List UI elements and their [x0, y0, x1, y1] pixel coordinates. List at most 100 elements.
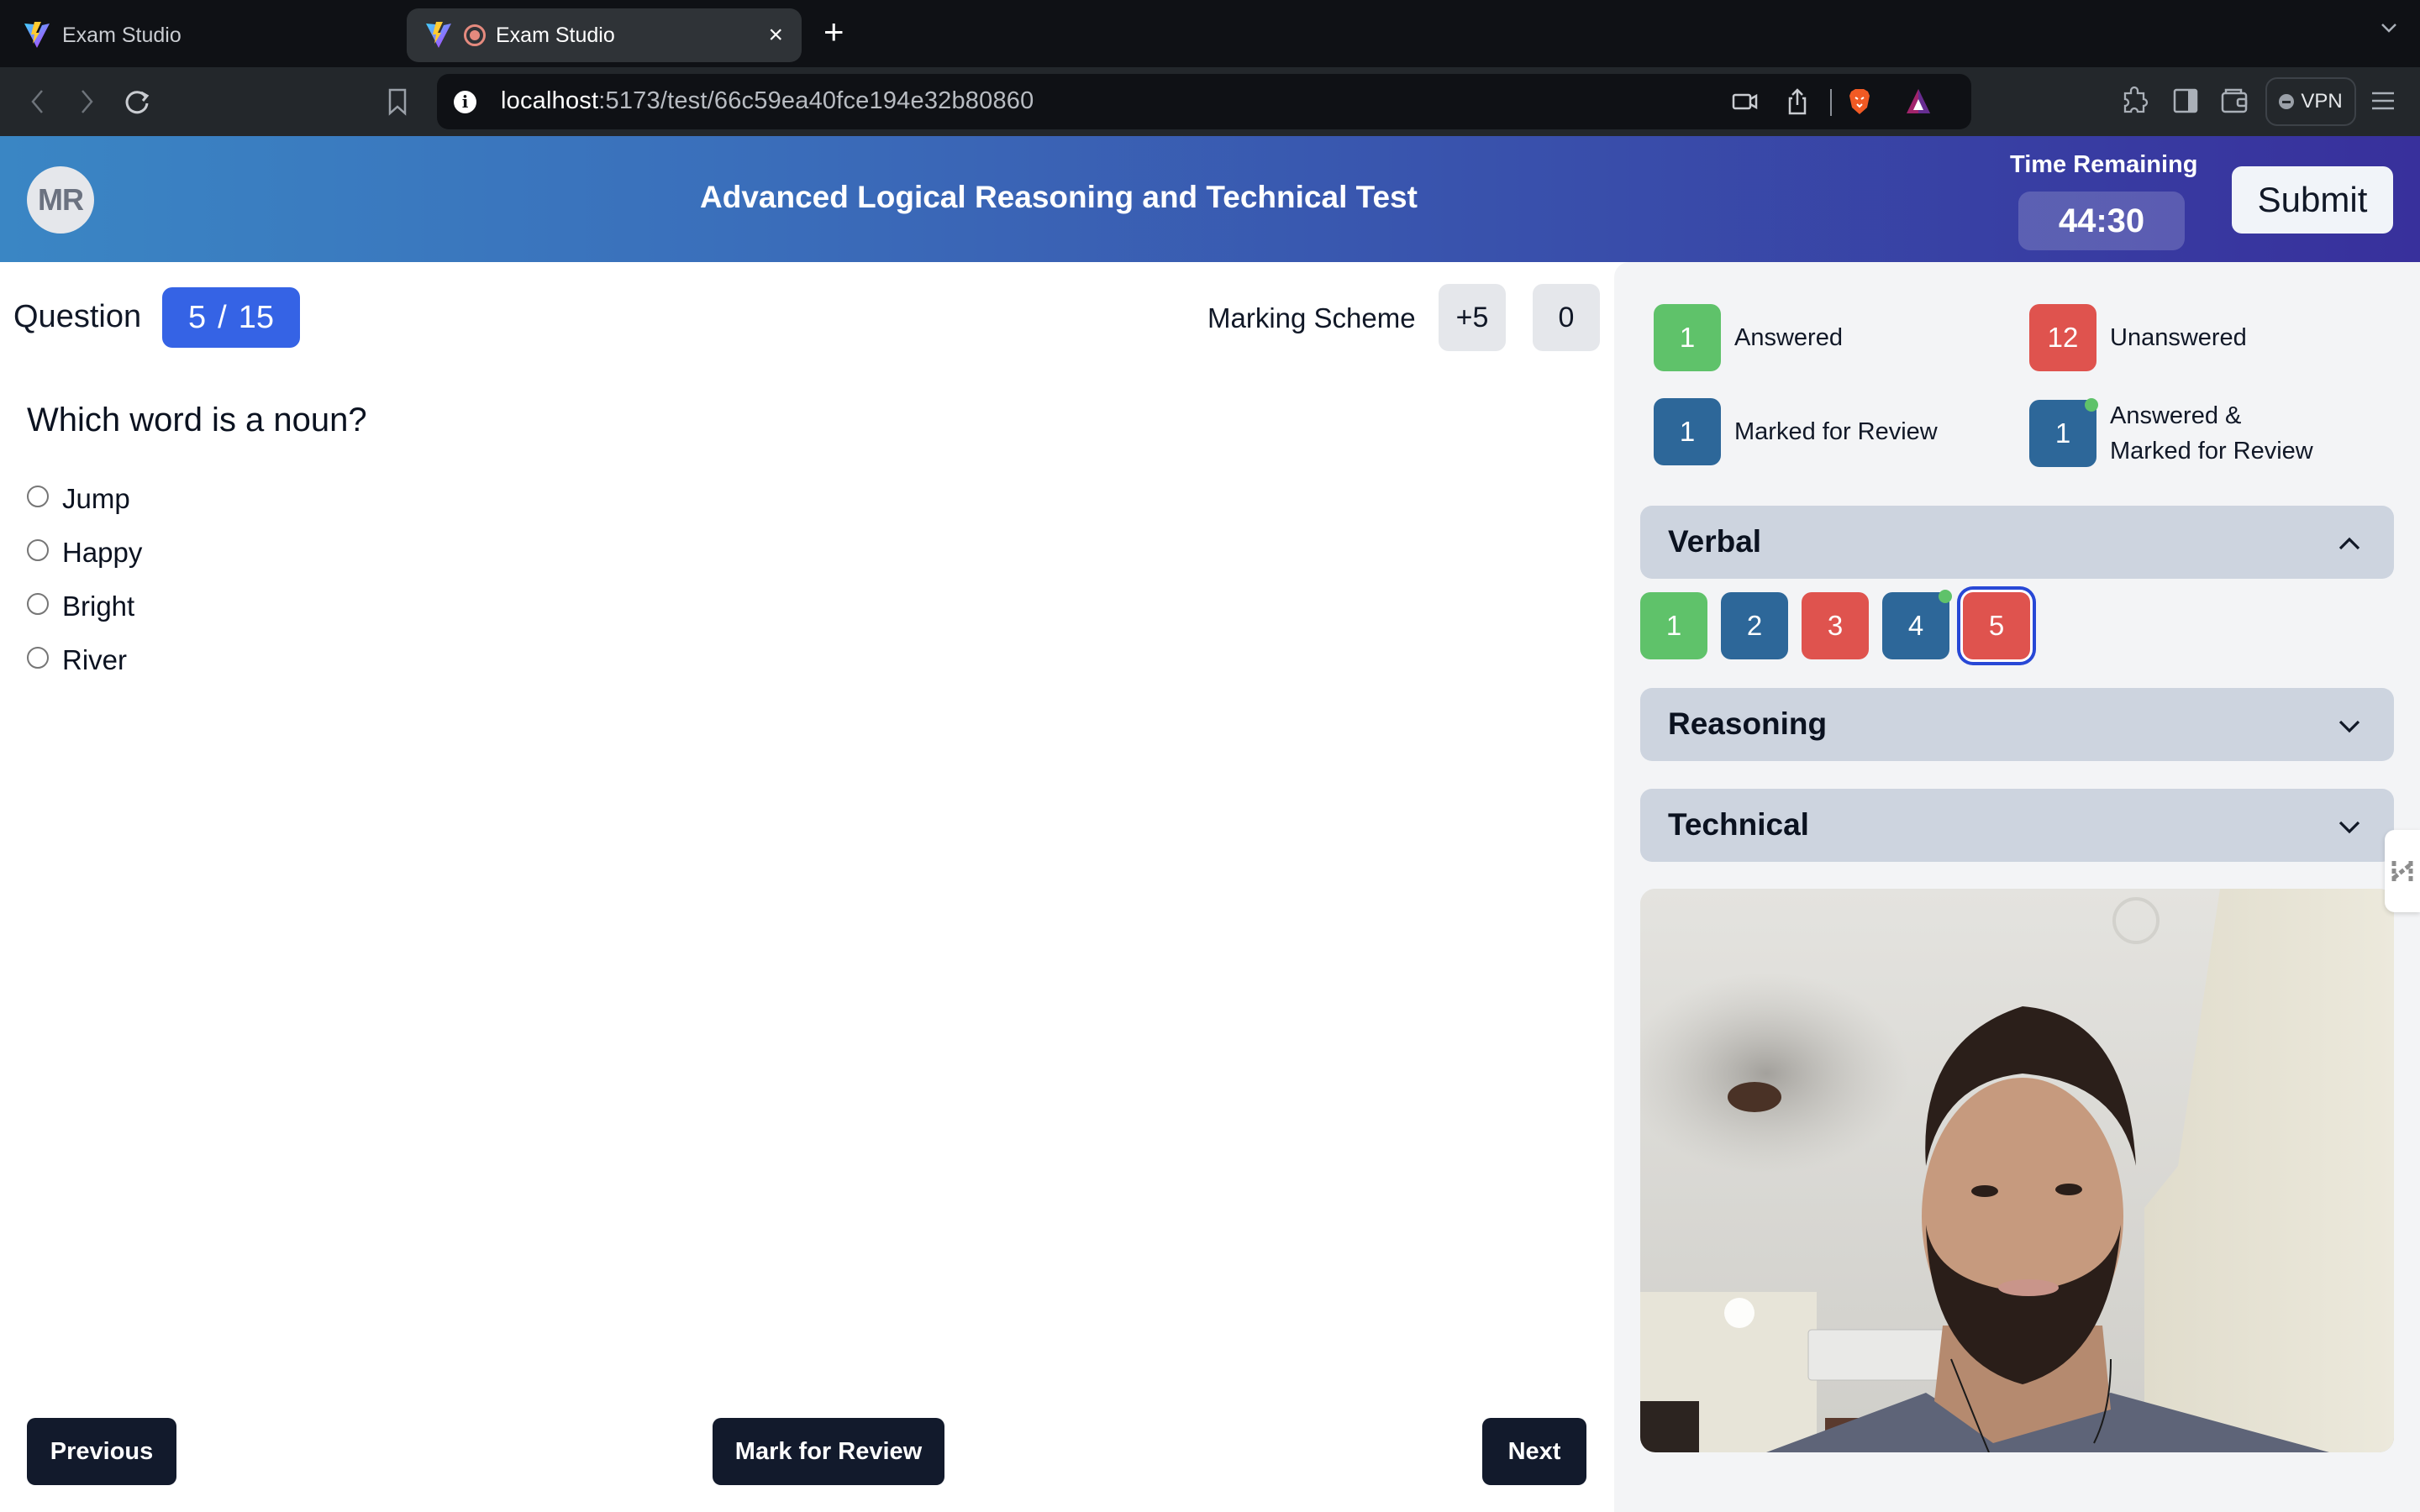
question-number: 2 [1746, 610, 1763, 641]
radio-button[interactable] [27, 593, 49, 615]
legend-answered: 1 Answered [1654, 304, 1843, 371]
section-title: Reasoning [1668, 706, 1828, 741]
drag-handle-icon [2391, 861, 2413, 881]
total-questions: 15 [238, 299, 274, 335]
option-label: River [62, 644, 128, 675]
palette-question-button[interactable]: 2 [1721, 592, 1788, 659]
forward-arrow-icon [82, 90, 93, 113]
legend-answered-and-marked: 1 Answered & Marked for Review [2029, 398, 2313, 469]
back-button[interactable] [18, 82, 57, 121]
url-host: localhost [501, 87, 599, 114]
vite-logo-icon [426, 22, 451, 48]
vpn-status-icon [2279, 94, 2295, 109]
palette-question-button[interactable]: 1 [1640, 592, 1707, 659]
extension-side-handle[interactable] [2385, 830, 2420, 912]
question-number-badge: 5 / 15 [162, 287, 300, 348]
exam-title: Advanced Logical Reasoning and Technical… [700, 180, 1418, 214]
answered-marked-count: 1 [2029, 398, 2098, 468]
question-number: 4 [1907, 610, 1924, 641]
browser-toolbar: i localhost:5173/test/66c59ea40fce194e32… [0, 67, 2420, 136]
current-question-number: 5 [188, 299, 207, 335]
chevron-down-icon [2338, 821, 2360, 834]
bookmark-button[interactable] [378, 82, 417, 121]
section-title: Technical [1668, 807, 1809, 842]
forward-button[interactable] [67, 82, 106, 121]
legend-label: Unanswered [2110, 323, 2247, 351]
section-title: Verbal [1668, 524, 1762, 559]
reload-icon [125, 91, 150, 114]
answer-option[interactable]: River [27, 633, 142, 687]
palette-question-button[interactable]: 3 [1802, 592, 1869, 659]
address-bar[interactable]: i localhost:5173/test/66c59ea40fce194e32… [437, 74, 1971, 129]
answered-dot-icon [2085, 398, 2098, 412]
url-text[interactable]: localhost:5173/test/66c59ea40fce194e32b8… [501, 87, 1034, 115]
palette-question-button-current[interactable]: 5 [1963, 592, 2030, 659]
unanswered-count: 12 [2029, 304, 2096, 371]
legend-marked-for-review: 1 Marked for Review [1654, 398, 1938, 465]
legend-label-line: Answered & [2110, 402, 2242, 429]
menu-icon[interactable] [2368, 86, 2398, 116]
browser-tab-active[interactable]: Exam Studio × [407, 8, 802, 62]
legend-label-line: Marked for Review [2110, 438, 2313, 465]
vite-logo-icon [24, 22, 50, 48]
question-separator: / [218, 299, 227, 335]
camera-in-use-icon[interactable] [1731, 87, 1760, 116]
wallet-icon[interactable] [2219, 86, 2249, 116]
next-button[interactable]: Next [1482, 1418, 1586, 1485]
marking-scheme-label: Marking Scheme [1207, 302, 1416, 333]
section-reasoning-header[interactable]: Reasoning [1640, 688, 2394, 761]
answer-option[interactable]: Bright [27, 580, 142, 633]
mark-for-review-button[interactable]: Mark for Review [713, 1418, 944, 1485]
extensions-icon[interactable] [2121, 86, 2151, 116]
option-label: Bright [62, 591, 135, 622]
submit-button[interactable]: Submit [2232, 166, 2393, 234]
question-number: 3 [1827, 610, 1844, 641]
radio-button[interactable] [27, 647, 49, 669]
tab-list-chevron-icon[interactable] [2380, 18, 2398, 37]
answered-count: 1 [1654, 304, 1721, 371]
share-icon[interactable] [1783, 87, 1812, 116]
question-number: 1 [1665, 610, 1682, 641]
legend-label: Answered & Marked for Review [2110, 398, 2313, 469]
sidebar-toggle-icon[interactable] [2170, 86, 2201, 116]
answer-option[interactable]: Jump [27, 472, 142, 526]
negative-marks-badge: 0 [1533, 284, 1600, 351]
site-info-icon[interactable]: i [454, 91, 476, 113]
previous-button[interactable]: Previous [27, 1418, 176, 1485]
vpn-button[interactable]: VPN [2265, 77, 2356, 126]
legend-label: Marked for Review [1734, 417, 1938, 445]
section-verbal-header[interactable]: Verbal [1640, 506, 2394, 579]
question-palette-panel: 1 Answered 12 Unanswered 1 Marked for Re… [1614, 262, 2420, 1512]
brave-rewards-icon[interactable] [1904, 87, 1933, 116]
radio-button[interactable] [27, 486, 49, 507]
bookmark-icon [388, 88, 407, 116]
count-value: 1 [2054, 417, 2071, 449]
palette-question-button[interactable]: 4 [1882, 590, 1952, 659]
exam-header: MR Advanced Logical Reasoning and Techni… [0, 136, 2420, 262]
section-technical-header[interactable]: Technical [1640, 789, 2394, 862]
new-tab-button[interactable]: + [823, 12, 844, 52]
verbal-question-palette: 1 2 3 4 5 [1640, 590, 2030, 659]
option-label: Happy [62, 537, 143, 568]
back-arrow-icon [31, 90, 43, 113]
answered-dot-icon [1939, 590, 1952, 603]
address-bar-separator [1830, 89, 1832, 116]
radio-button[interactable] [27, 539, 49, 561]
webcam-image [1640, 889, 2394, 1452]
brave-shields-icon[interactable] [1845, 87, 1874, 116]
answer-option[interactable]: Happy [27, 526, 142, 580]
option-label: Jump [62, 483, 130, 514]
question-number: 5 [1988, 610, 2005, 641]
vpn-label: VPN [2301, 90, 2343, 113]
marked-count: 1 [1654, 398, 1721, 465]
browser-tab-inactive[interactable]: Exam Studio [24, 8, 393, 62]
tab-title: Exam Studio [62, 23, 182, 47]
question-text: Which word is a noun? [27, 402, 367, 438]
close-tab-icon[interactable]: × [768, 21, 783, 50]
chevron-up-icon [2338, 537, 2360, 550]
chevron-down-icon [2338, 720, 2360, 733]
browser-tab-bar: Exam Studio Exam Studio × + [0, 0, 2420, 67]
webcam-feed [1640, 889, 2394, 1452]
reload-button[interactable] [118, 82, 156, 121]
legend-unanswered: 12 Unanswered [2029, 304, 2247, 371]
